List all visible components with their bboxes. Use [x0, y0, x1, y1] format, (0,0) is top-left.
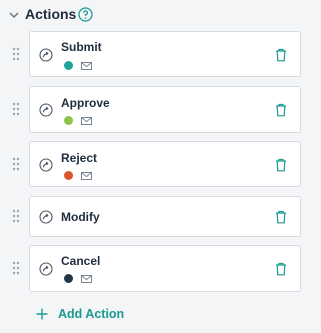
action-row-cancel: Cancel	[0, 245, 321, 292]
action-card-cancel[interactable]: Cancel	[29, 245, 301, 292]
drag-handle-icon[interactable]	[12, 157, 20, 171]
mail-icon	[81, 62, 92, 70]
mail-icon	[81, 172, 92, 180]
help-circle-icon[interactable]	[78, 7, 93, 22]
drag-handle-icon[interactable]	[12, 261, 20, 275]
add-action-label: Add Action	[58, 307, 125, 321]
action-name: Reject	[61, 151, 98, 165]
action-arrow-icon	[39, 103, 53, 117]
action-name: Modify	[61, 210, 100, 224]
drag-handle-icon[interactable]	[12, 47, 20, 61]
trash-icon[interactable]	[275, 103, 287, 117]
mail-icon	[81, 275, 92, 283]
drag-handle-icon[interactable]	[12, 209, 20, 223]
action-name: Cancel	[61, 254, 101, 268]
trash-icon[interactable]	[275, 210, 287, 224]
drag-handle-icon[interactable]	[12, 102, 20, 116]
add-action-button[interactable]: Add Action	[36, 305, 124, 323]
action-name: Submit	[61, 40, 102, 54]
action-card-submit[interactable]: Submit	[29, 31, 301, 77]
mail-icon	[81, 117, 92, 125]
action-arrow-icon	[39, 158, 53, 172]
action-row-approve: Approve	[0, 86, 321, 133]
action-name: Approve	[61, 96, 110, 110]
status-color-dot	[64, 61, 73, 70]
trash-icon[interactable]	[275, 262, 287, 276]
action-card-modify[interactable]: Modify	[29, 196, 301, 237]
action-row-reject: Reject	[0, 141, 321, 187]
action-arrow-icon	[39, 210, 53, 224]
action-row-submit: Submit	[0, 31, 321, 77]
chevron-down-icon[interactable]	[9, 11, 19, 19]
status-color-dot	[64, 171, 73, 180]
status-color-dot	[64, 116, 73, 125]
action-arrow-icon	[39, 262, 53, 276]
trash-icon[interactable]	[275, 48, 287, 62]
actions-section-header: Actions	[0, 0, 321, 30]
action-card-reject[interactable]: Reject	[29, 141, 301, 187]
action-row-modify: Modify	[0, 196, 321, 237]
trash-icon[interactable]	[275, 158, 287, 172]
plus-icon	[36, 308, 48, 320]
action-card-approve[interactable]: Approve	[29, 86, 301, 133]
section-title: Actions	[25, 6, 77, 22]
action-arrow-icon	[39, 48, 53, 62]
status-color-dot	[64, 274, 73, 283]
